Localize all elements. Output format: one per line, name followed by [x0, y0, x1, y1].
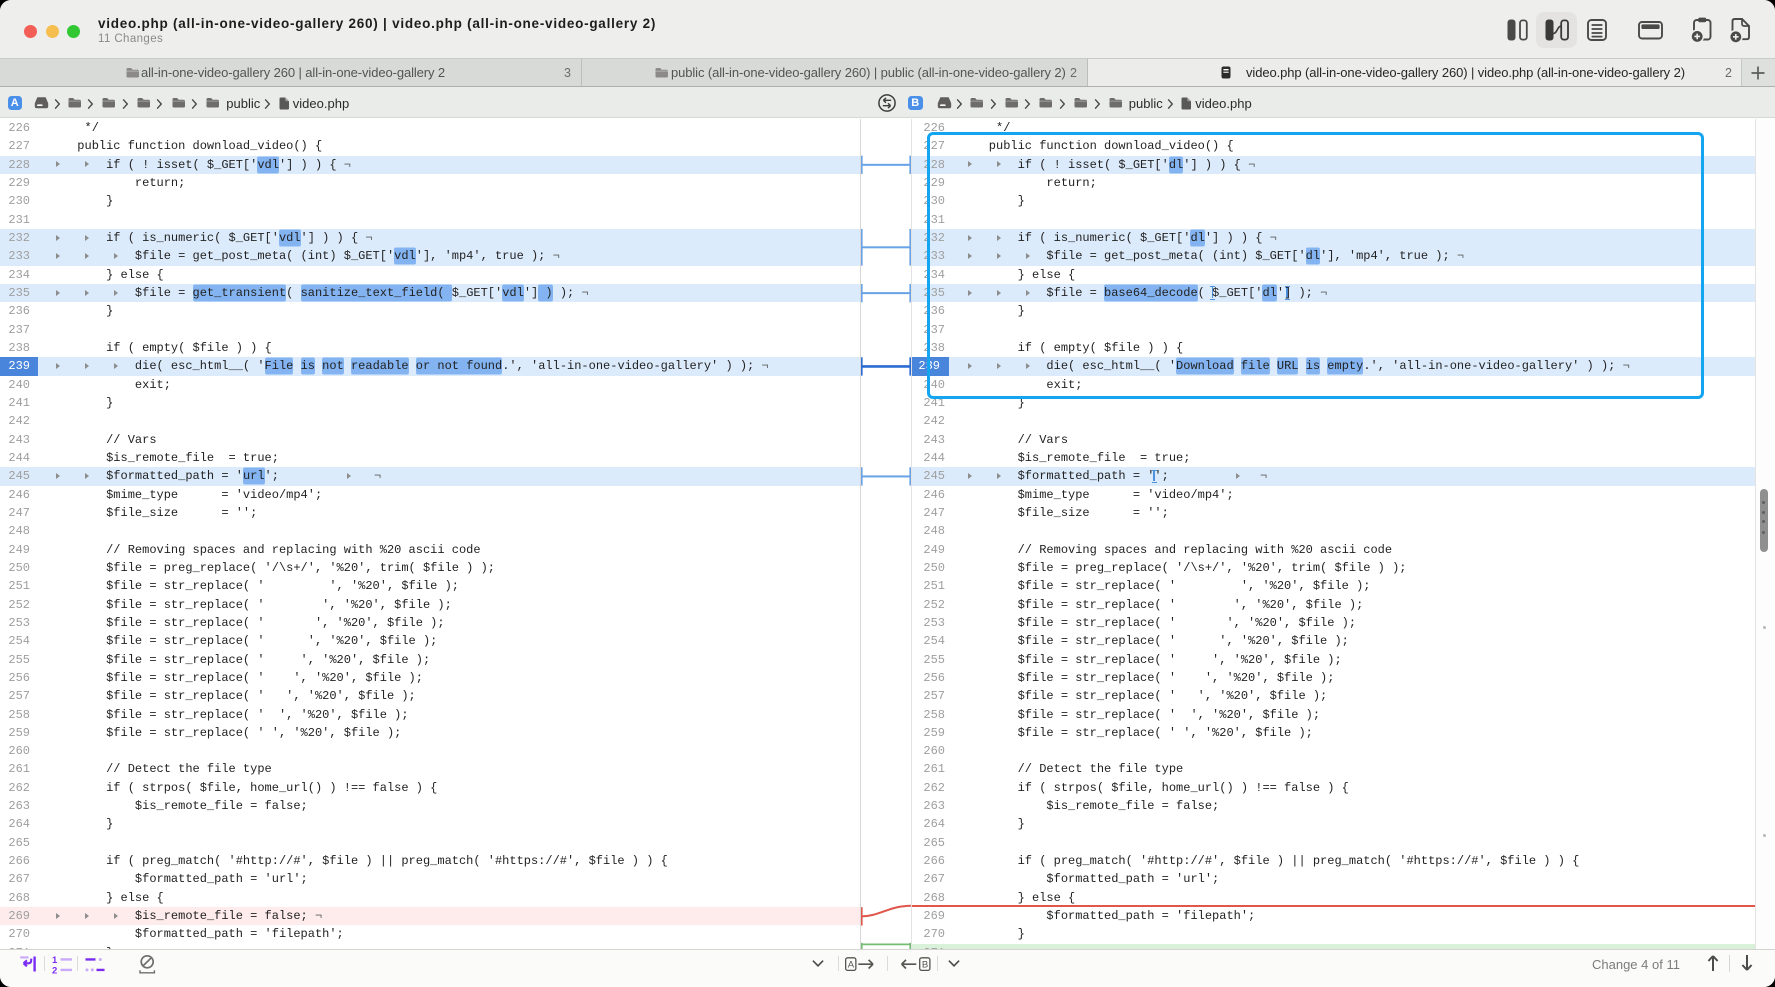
svg-text:A: A [848, 959, 855, 970]
svg-text:B: B [922, 959, 928, 970]
svg-text:2: 2 [52, 966, 57, 976]
svg-text:1: 1 [52, 955, 58, 966]
